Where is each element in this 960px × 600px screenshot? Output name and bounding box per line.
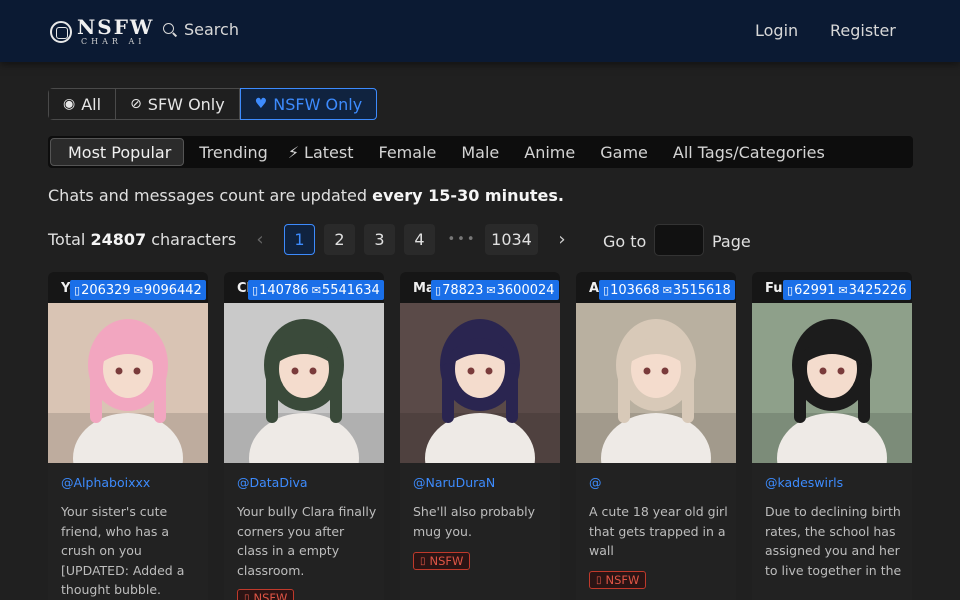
stats-badge: ▯ 78823 ✉ 3600024 [431,280,559,300]
filter-nsfw-button[interactable]: ♥ NSFW Only [239,88,378,120]
stats-badge: ▯ 103668 ✉ 3515618 [599,280,735,300]
nsfw-tag[interactable]: ▯ NSFW [589,571,647,589]
message-count: 5541634 [321,282,380,298]
chat-count: 103668 [610,282,660,298]
total-characters: Total 24807 characters [48,230,237,249]
character-card[interactable]: Ma ▯ 78823 ✉ 3600024 @NaruDuraN She'll als… [400,272,560,600]
page-3-button[interactable]: 3 [364,224,395,255]
message-count: 3600024 [496,282,555,298]
logo-title: NSFW [77,15,155,39]
previous-page-button[interactable]: ‹ [248,224,272,255]
heart-icon: ♥ [254,96,268,112]
stats-badge: ▯ 206329 ✉ 9096442 [70,280,206,300]
top-navbar: NSFW CHAR AI Search Login Register [0,0,960,62]
fire-icon: ▯ [420,555,426,567]
character-description: A cute 18 year old girl that gets trappe… [589,504,728,558]
character-portrait [224,303,384,463]
logo-subtitle: CHAR AI [81,37,146,46]
character-portrait [400,303,560,463]
page-label: Page [712,232,751,251]
brain-logo-icon [50,20,72,43]
tab-male[interactable]: Male [446,138,509,166]
goto-page-input[interactable] [654,224,704,256]
author-link[interactable]: @kadeswirls [765,475,843,490]
update-info-text: Chats and messages count are updated eve… [48,186,564,205]
character-card[interactable]: Ar ▯ 103668 ✉ 3515618 @ A cute 18 year old… [576,272,736,600]
stats-badge: ▯ 140786 ✉ 5541634 [248,280,384,300]
last-page-button[interactable]: 1034 [485,224,538,255]
nsfw-tag[interactable]: ▯ NSFW [413,552,471,570]
fire-icon: ▯ [244,592,250,600]
tab-female[interactable]: Female [364,138,447,166]
character-card[interactable]: Fu ▯ 62991 ✉ 3425226 @kadeswirls Due to de… [752,272,912,600]
chat-count-icon: ▯ [603,283,610,297]
tab-most-popular[interactable]: Most Popular [50,138,185,166]
nsfw-tag[interactable]: ▯ NSFW [237,589,295,600]
content-filter-group: ◉ All ⊘ SFW Only ♥ NSFW Only [48,88,378,120]
character-description: Due to declining birth rates, the school… [765,504,902,578]
page-4-button[interactable]: 4 [404,224,435,255]
tab-latest[interactable]: ⚡ Latest [278,138,364,166]
site-logo[interactable]: NSFW CHAR AI [50,17,154,46]
message-count: 3515618 [672,282,731,298]
character-image[interactable] [48,303,208,463]
author-link[interactable]: @Alphaboixxx [61,475,150,490]
tab-anime[interactable]: Anime [509,138,585,166]
chat-count: 78823 [442,282,484,298]
fire-icon: ▯ [596,574,602,586]
character-image[interactable] [224,303,384,463]
stats-badge: ▯ 62991 ✉ 3425226 [783,280,911,300]
message-count-icon: ✉ [486,283,496,297]
character-description: Your sister's cute friend, who has a cru… [61,504,185,597]
character-description: Your bully Clara finally corners you aft… [237,504,377,578]
chat-count-icon: ▯ [252,283,259,297]
chat-count: 206329 [81,282,131,298]
eye-slash-icon: ⊘ [130,96,142,112]
message-count-icon: ✉ [662,283,672,297]
filter-all-button[interactable]: ◉ All [49,89,117,119]
search-link[interactable]: Search [163,20,239,39]
character-card[interactable]: Cl ▯ 140786 ✉ 5541634 @DataDiva Your bully… [224,272,384,600]
character-image[interactable] [400,303,560,463]
chat-count-icon: ▯ [787,283,794,297]
message-count-icon: ✉ [838,283,848,297]
chat-count: 140786 [259,282,309,298]
message-count: 3425226 [848,282,907,298]
character-image[interactable] [576,303,736,463]
search-icon [163,22,177,37]
tab-all-tags[interactable]: All Tags/Categories [658,138,835,166]
message-count-icon: ✉ [311,283,321,297]
character-description: She'll also probably mug you. [413,504,536,539]
character-image[interactable] [752,303,912,463]
page-1-button[interactable]: 1 [284,224,315,255]
character-card[interactable]: Yo ▯206329 ✉9096442 @Alphaboixxx Your si… [48,272,208,600]
author-link[interactable]: @DataDiva [237,475,308,490]
chat-count: 62991 [794,282,836,298]
author-link[interactable]: @NaruDuraN [413,475,495,490]
character-portrait [752,303,912,463]
eye-icon: ◉ [63,96,76,112]
next-page-button[interactable]: › [550,224,574,255]
category-tabs: Most Popular Trending ⚡ Latest Female Mal… [48,136,913,168]
character-portrait [48,303,208,463]
chat-count-icon: ▯ [74,283,81,297]
chat-count-icon: ▯ [435,283,442,297]
tab-trending[interactable]: Trending [184,138,278,166]
search-label: Search [184,20,239,39]
login-link[interactable]: Login [755,21,798,40]
pagination-ellipsis[interactable]: ••• [444,224,480,255]
author-link[interactable]: @ [589,475,602,490]
goto-label: Go to [603,232,647,251]
register-link[interactable]: Register [830,21,896,40]
message-count-icon: ✉ [133,283,143,297]
message-count: 9096442 [143,282,202,298]
filter-sfw-button[interactable]: ⊘ SFW Only [116,89,240,119]
character-portrait [576,303,736,463]
page-2-button[interactable]: 2 [324,224,355,255]
tab-game[interactable]: Game [585,138,658,166]
